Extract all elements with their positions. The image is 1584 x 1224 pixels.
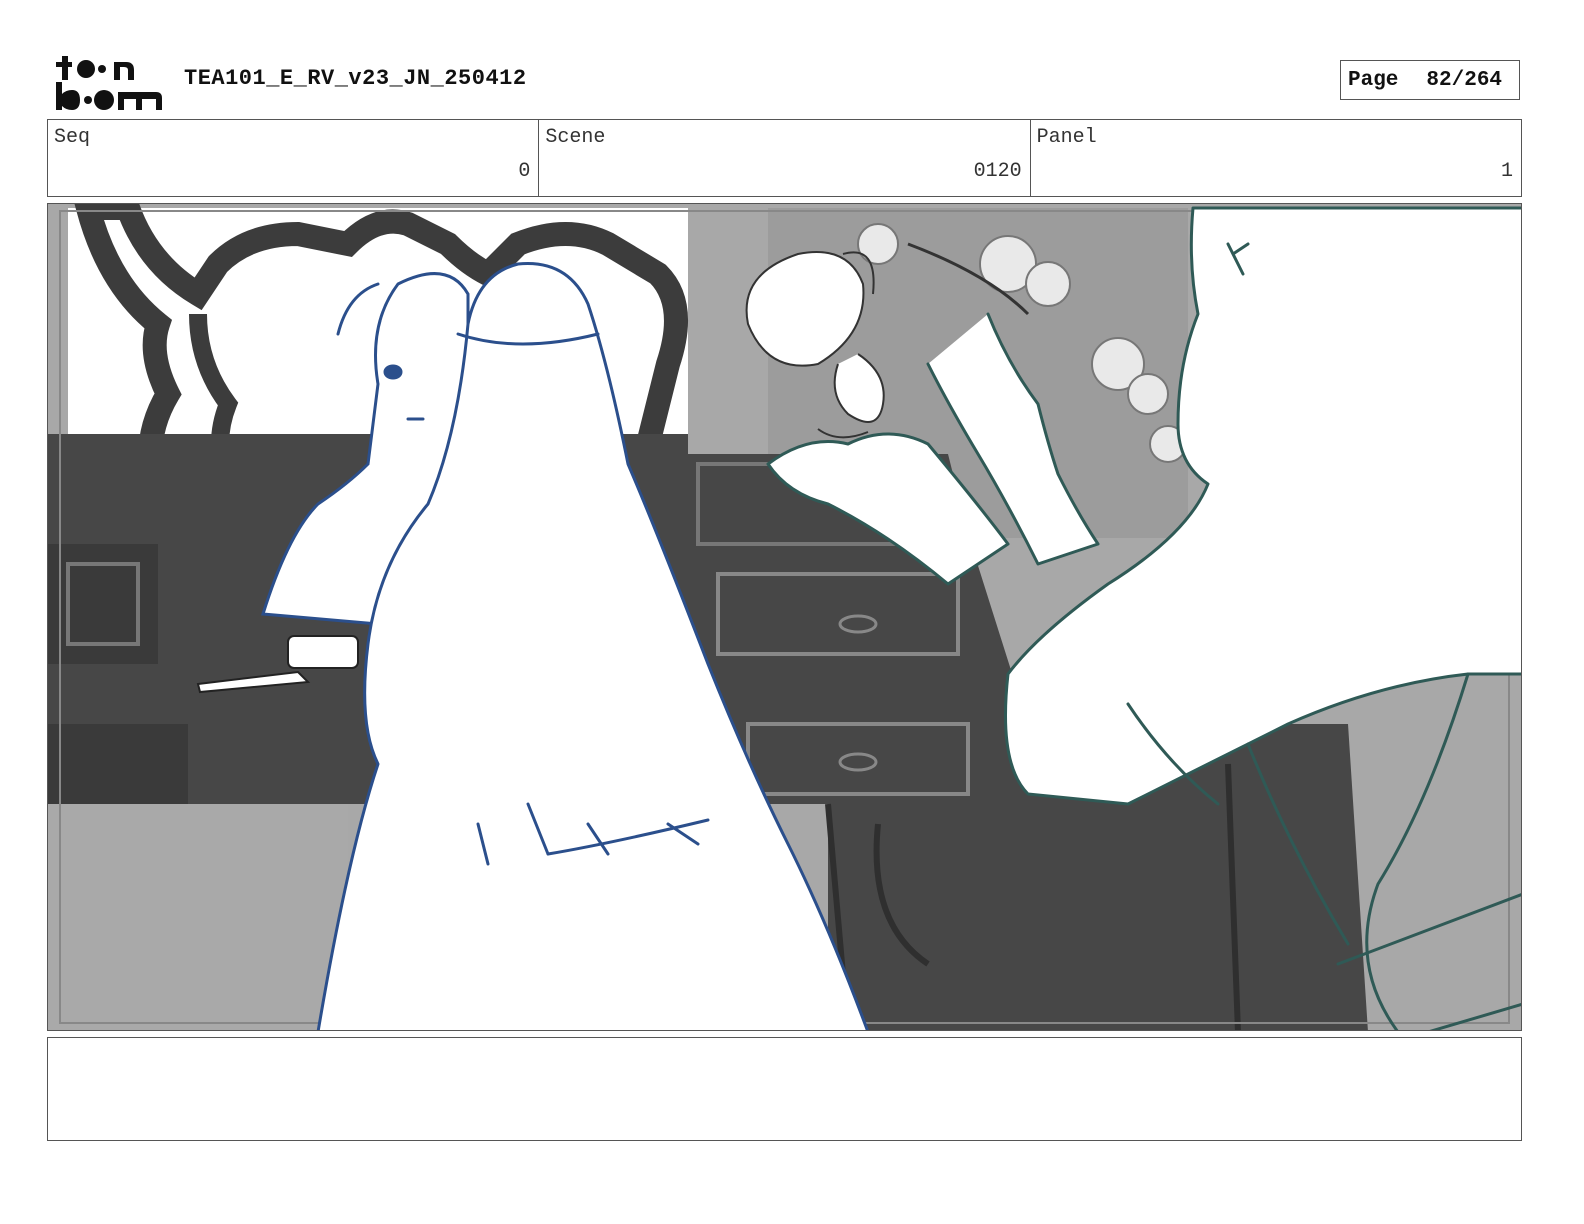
info-row: Seq 0 Scene 0120 Panel 1 — [47, 119, 1522, 197]
panel-label: Panel — [1036, 126, 1097, 149]
page-label: Page — [1348, 68, 1399, 92]
seq-value: 0 — [518, 160, 531, 183]
storyboard-panel — [47, 203, 1522, 1031]
notes-box — [47, 1037, 1522, 1141]
panel-illustration — [48, 204, 1521, 1030]
scene-value: 0120 — [973, 160, 1022, 183]
scene-label: Scene — [545, 126, 606, 149]
document-title: TEA101_E_RV_v23_JN_250412 — [184, 66, 527, 91]
seq-label: Seq — [54, 126, 91, 149]
panel-cell: Panel 1 — [1031, 120, 1521, 196]
page-value: 82/264 — [1426, 68, 1503, 92]
toon-boom-logo — [52, 52, 164, 112]
page-indicator: Page 82/264 — [1340, 60, 1520, 100]
scene-cell: Scene 0120 — [539, 120, 1031, 196]
seq-cell: Seq 0 — [48, 120, 540, 196]
panel-value: 1 — [1500, 160, 1513, 183]
